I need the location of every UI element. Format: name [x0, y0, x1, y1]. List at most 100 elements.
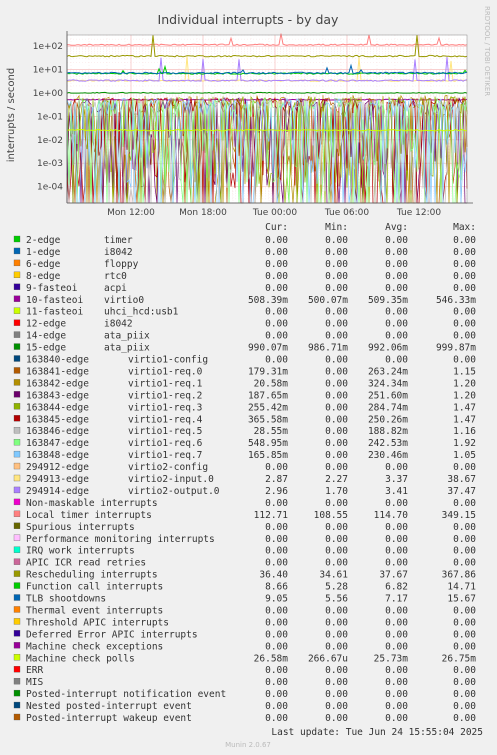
legend-series-name: MIS — [26, 677, 43, 688]
legend-min-value: 34.61 — [319, 570, 348, 581]
legend-max-value: 38.67 — [447, 474, 476, 485]
legend-series-description: virtio1-req.5 — [128, 426, 202, 437]
legend-min-value: 0.00 — [325, 534, 348, 545]
legend-avg-value: 0.00 — [385, 689, 408, 700]
legend-min-value: 0.00 — [325, 319, 348, 330]
legend-cur-value: 0.00 — [265, 677, 288, 688]
legend-avg-value: 6.82 — [385, 582, 408, 593]
legend-swatch — [13, 534, 21, 541]
legend-min-value: 5.28 — [325, 582, 348, 593]
legend-min-value: 0.00 — [325, 402, 348, 413]
legend-series-description: ata_piix — [104, 343, 150, 354]
legend-swatch — [13, 558, 21, 565]
legend-series-name: Machine check polls — [26, 653, 135, 664]
legend-max-value: 0.00 — [453, 665, 476, 676]
legend-min-value: 0.00 — [325, 307, 348, 318]
legend-min-value: 0.00 — [325, 259, 348, 270]
legend-series-name: 294912-edge — [26, 462, 89, 473]
legend-avg-value: 230.46m — [368, 450, 408, 461]
legend-series-name: 163848-edge — [26, 450, 89, 461]
legend-column-header: Avg: — [385, 222, 408, 233]
legend-column-header: Cur: — [265, 222, 288, 233]
legend-swatch — [13, 654, 21, 661]
legend-series-name: 6-edge — [26, 259, 61, 270]
legend-swatch — [13, 427, 21, 434]
legend-max-value: 1.20 — [453, 378, 476, 389]
legend-series-name: 163841-edge — [26, 366, 89, 377]
legend-series-description: ata_piix — [104, 331, 150, 342]
y-tick-label: 1e-01 — [37, 112, 63, 122]
legend-series-description: uhci_hcd:usb1 — [104, 307, 179, 318]
legend-swatch — [13, 462, 21, 470]
x-tick-label: Tue 06:00 — [324, 208, 369, 218]
legend-avg-value: 0.00 — [385, 713, 408, 724]
legend-max-value: 0.00 — [453, 307, 476, 318]
legend-cur-value: 26.58m — [254, 653, 289, 664]
legend-avg-value: 0.00 — [385, 605, 408, 616]
legend-min-value: 0.00 — [325, 271, 348, 282]
legend-cur-value: 0.00 — [265, 605, 288, 616]
legend-min-value: 0.00 — [325, 438, 348, 449]
legend-series-name: 163840-edge — [26, 355, 89, 366]
legend-min-value: 0.00 — [325, 641, 348, 652]
legend-series-name: 14-edge — [26, 331, 66, 342]
legend-swatch — [13, 367, 21, 374]
legend-swatch — [13, 331, 21, 338]
legend-swatch — [13, 498, 21, 506]
legend-series-name: 2-edge — [26, 235, 61, 246]
legend-avg-value: 0.00 — [385, 498, 408, 509]
legend-series-name: 8-edge — [26, 271, 61, 282]
legend-cur-value: 0.00 — [265, 641, 288, 652]
legend-avg-value: 0.00 — [385, 247, 408, 258]
legend-series-description: virtio1-req.6 — [128, 438, 203, 449]
legend-max-value: 0.00 — [453, 558, 476, 569]
legend-max-value: 0.00 — [453, 522, 476, 533]
legend-series-name: 163842-edge — [26, 378, 89, 389]
legend-max-value: 0.00 — [453, 259, 476, 270]
legend-series-name: 163846-edge — [26, 426, 89, 437]
legend-min-value: 0.00 — [325, 235, 348, 246]
legend-swatch — [13, 343, 21, 350]
legend-min-value: 266.67u — [308, 653, 348, 664]
last-update-text: Last update: Tue Jun 24 15:55:04 2025 — [271, 727, 483, 738]
legend-max-value: 999.87m — [436, 343, 476, 354]
legend-cur-value: 165.85m — [248, 450, 288, 461]
legend-cur-value: 0.00 — [265, 498, 288, 509]
legend-cur-value: 0.00 — [265, 462, 288, 473]
legend-series-name: Posted-interrupt notification event — [26, 689, 226, 700]
legend-min-value: 0.00 — [325, 677, 348, 688]
legend-series-name: Function call interrupts — [26, 582, 163, 593]
legend-avg-value: 7.17 — [385, 594, 408, 605]
legend-series-name: 11-fasteoi — [26, 307, 83, 318]
rrdtool-credit-label: RRDTOOL / TOBI OETIKER — [483, 6, 491, 96]
legend-max-value: 0.00 — [453, 546, 476, 557]
chart-title: Individual interrupts - by day — [158, 12, 340, 27]
legend-max-value: 0.00 — [453, 235, 476, 246]
legend-swatch — [13, 678, 21, 685]
legend-max-value: 0.00 — [453, 498, 476, 509]
legend-series-description: i8042 — [104, 319, 133, 330]
legend-swatch — [13, 247, 21, 255]
legend-avg-value: 0.00 — [385, 677, 408, 688]
legend-max-value: 0.00 — [453, 534, 476, 545]
legend-series-name: 294914-edge — [26, 486, 89, 497]
legend-max-value: 0.00 — [453, 605, 476, 616]
x-tick-label: Tue 00:00 — [252, 208, 297, 218]
legend-swatch — [13, 582, 21, 589]
legend-swatch — [13, 283, 21, 290]
legend-series-name: 12-edge — [26, 319, 66, 330]
legend-swatch — [13, 271, 21, 279]
legend-cur-value: 0.00 — [265, 558, 288, 569]
legend-series-description: virtio2-config — [128, 462, 208, 473]
legend-swatch — [13, 546, 21, 553]
x-tick-label: Mon 12:00 — [107, 208, 155, 218]
legend-min-value: 0.00 — [325, 665, 348, 676]
legend-series-description: acpi — [104, 283, 127, 294]
legend-swatch — [13, 701, 21, 709]
legend-avg-value: 0.00 — [385, 558, 408, 569]
legend-series-name: 163847-edge — [26, 438, 89, 449]
legend-max-value: 1.16 — [453, 426, 476, 437]
legend-cur-value: 0.00 — [265, 546, 288, 557]
legend-avg-value: 0.00 — [385, 355, 408, 366]
legend-min-value: 0.00 — [325, 366, 348, 377]
